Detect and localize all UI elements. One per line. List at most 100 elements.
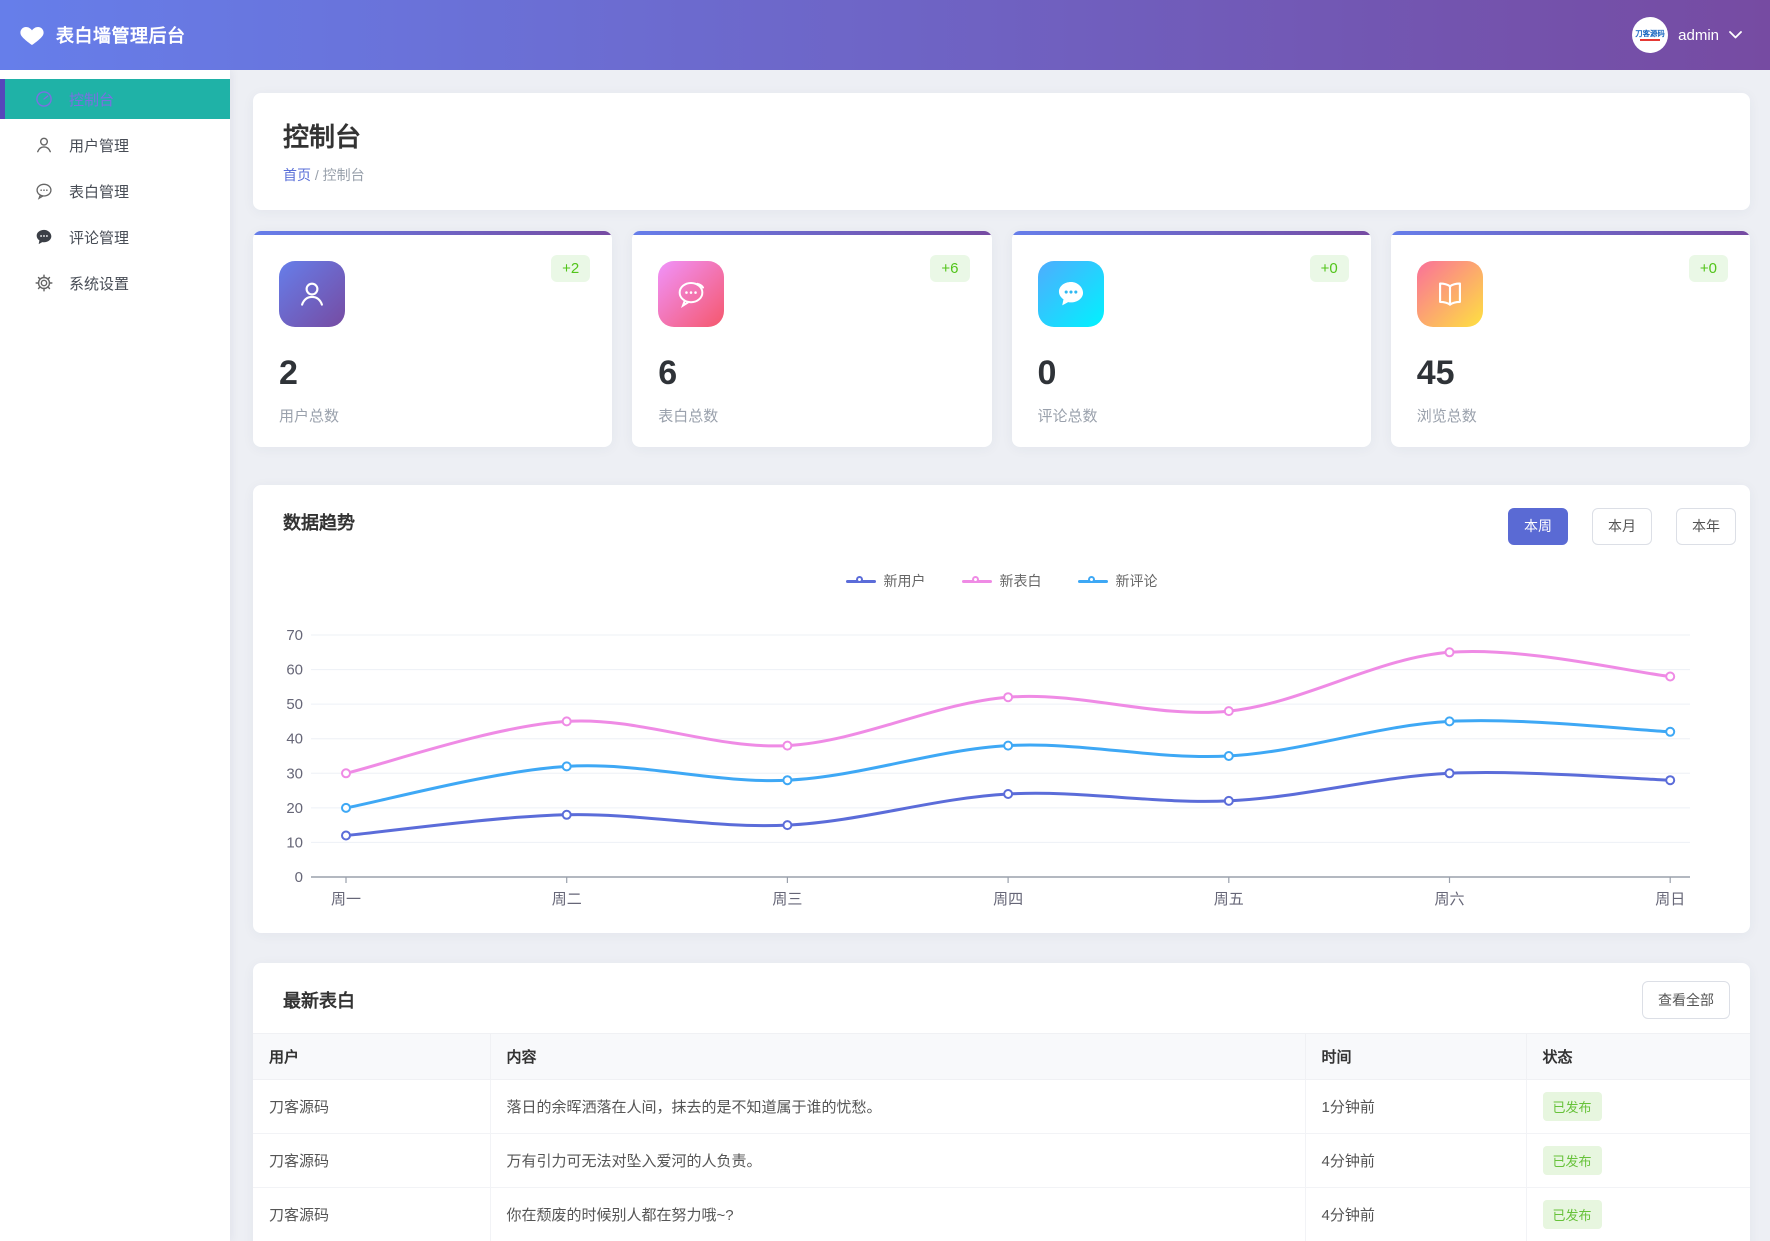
svg-text:70: 70 [286, 627, 303, 644]
stat-label: 用户总数 [279, 405, 588, 426]
svg-text:50: 50 [286, 696, 303, 713]
breadcrumb-separator: / [315, 167, 323, 183]
app-title: 表白墙管理后台 [56, 22, 186, 48]
view-all-button[interactable]: 查看全部 [1642, 981, 1730, 1019]
avatar-logo-text: 刀客源码 [1635, 29, 1664, 37]
column-header-user: 用户 [253, 1034, 490, 1080]
latest-confessions-table: 用户 内容 时间 状态 刀客源码 落日的余晖洒落在人间，抹去的是不知道属于谁的忧… [253, 1033, 1750, 1241]
stat-value: 45 [1417, 354, 1726, 393]
breadcrumb: 首页 / 控制台 [283, 165, 1720, 185]
dashboard-icon [34, 89, 54, 109]
user-icon [279, 261, 345, 327]
legend-marker [846, 575, 876, 587]
svg-text:0: 0 [295, 869, 303, 886]
gear-icon [34, 273, 54, 293]
user-menu[interactable]: 刀客源码 admin [1632, 17, 1742, 53]
column-header-content: 内容 [490, 1034, 1305, 1080]
speech-bubble-icon [34, 181, 54, 201]
cell-status: 已发布 [1526, 1188, 1750, 1241]
status-badge: 已发布 [1543, 1092, 1602, 1121]
sidebar-item-comments[interactable]: 评论管理 [0, 217, 230, 257]
column-header-time: 时间 [1305, 1034, 1526, 1080]
table-row: 刀客源码 你在颓废的时候别人都在努力哦~? 4分钟前 已发布 [253, 1188, 1750, 1241]
legend-label: 新表白 [1000, 571, 1042, 591]
cell-status: 已发布 [1526, 1080, 1750, 1134]
username-label: admin [1678, 27, 1719, 44]
heart-logo-icon [20, 24, 44, 46]
range-button-week[interactable]: 本周 [1508, 508, 1568, 545]
svg-text:周四: 周四 [993, 891, 1023, 908]
latest-title: 最新表白 [283, 987, 355, 1013]
legend-item-new-confessions[interactable]: 新表白 [962, 571, 1042, 591]
svg-text:40: 40 [286, 731, 303, 748]
sidebar-item-label: 系统设置 [69, 273, 129, 294]
range-button-year[interactable]: 本年 [1676, 508, 1736, 545]
status-badge: 已发布 [1543, 1200, 1602, 1229]
svg-text:30: 30 [286, 765, 303, 782]
trend-title: 数据趋势 [283, 509, 355, 535]
stat-card-views: +0 45 浏览总数 [1391, 231, 1750, 447]
stat-badge: +0 [1310, 255, 1349, 282]
stat-label: 表白总数 [658, 405, 967, 426]
trend-chart-card: 数据趋势 本周 本月 本年 新用户 新表白 新评论 0 10 20 30 40 50 60 7… [253, 485, 1750, 933]
user-avatar[interactable]: 刀客源码 [1632, 17, 1668, 53]
svg-text:周五: 周五 [1214, 891, 1244, 908]
open-book-icon [1417, 261, 1483, 327]
stat-card-comments: +0 0 评论总数 [1012, 231, 1371, 447]
svg-text:10: 10 [286, 834, 303, 851]
confession-bubble-icon [658, 261, 724, 327]
legend-item-new-users[interactable]: 新用户 [846, 571, 926, 591]
sidebar-item-dashboard[interactable]: 控制台 [0, 79, 230, 119]
user-icon [34, 135, 54, 155]
stat-badge: +6 [930, 255, 969, 282]
brand: 表白墙管理后台 [20, 22, 280, 48]
stat-value: 6 [658, 354, 967, 393]
main-content: 控制台 首页 / 控制台 +2 2 用户总数 [230, 70, 1770, 1241]
legend-item-new-comments[interactable]: 新评论 [1078, 571, 1158, 591]
sidebar-item-label: 控制台 [69, 89, 114, 110]
stat-value: 2 [279, 354, 588, 393]
top-header: 表白墙管理后台 刀客源码 admin [0, 0, 1770, 70]
table-row: 刀客源码 万有引力可无法对坠入爱河的人负责。 4分钟前 已发布 [253, 1134, 1750, 1188]
stat-label: 评论总数 [1038, 405, 1347, 426]
sidebar-item-users[interactable]: 用户管理 [0, 125, 230, 165]
table-row: 刀客源码 落日的余晖洒落在人间，抹去的是不知道属于谁的忧愁。 1分钟前 已发布 [253, 1080, 1750, 1134]
sidebar-item-settings[interactable]: 系统设置 [0, 263, 230, 303]
page-header-card: 控制台 首页 / 控制台 [253, 93, 1750, 210]
sidebar-item-label: 表白管理 [69, 181, 129, 202]
avatar-logo-underline [1640, 39, 1660, 41]
cell-content: 你在颓废的时候别人都在努力哦~? [490, 1188, 1305, 1241]
cell-status: 已发布 [1526, 1134, 1750, 1188]
legend-label: 新用户 [884, 571, 926, 591]
legend-marker [962, 575, 992, 587]
sidebar-item-label: 评论管理 [69, 227, 129, 248]
svg-text:周一: 周一 [331, 891, 361, 908]
chat-bubble-filled-icon [34, 227, 54, 247]
svg-text:60: 60 [286, 662, 303, 679]
cell-content: 落日的余晖洒落在人间，抹去的是不知道属于谁的忧愁。 [490, 1080, 1305, 1134]
cell-user: 刀客源码 [253, 1188, 490, 1241]
breadcrumb-home-link[interactable]: 首页 [283, 167, 311, 183]
cell-time: 1分钟前 [1305, 1080, 1526, 1134]
svg-text:周日: 周日 [1655, 891, 1685, 908]
range-button-month[interactable]: 本月 [1592, 508, 1652, 545]
legend-label: 新评论 [1116, 571, 1158, 591]
chart-legend: 新用户 新表白 新评论 [253, 571, 1750, 591]
sidebar-item-confessions[interactable]: 表白管理 [0, 171, 230, 211]
stat-badge: +0 [1689, 255, 1728, 282]
svg-text:20: 20 [286, 800, 303, 817]
sidebar-item-label: 用户管理 [69, 135, 129, 156]
cell-content: 万有引力可无法对坠入爱河的人负责。 [490, 1134, 1305, 1188]
comment-bubble-icon [1038, 261, 1104, 327]
stats-row: +2 2 用户总数 +6 6 表白总数 +0 [253, 231, 1750, 447]
legend-marker [1078, 575, 1108, 587]
cell-user: 刀客源码 [253, 1080, 490, 1134]
svg-text:周三: 周三 [772, 891, 802, 908]
stat-badge: +2 [551, 255, 590, 282]
stat-card-confessions: +6 6 表白总数 [632, 231, 991, 447]
svg-text:周六: 周六 [1434, 891, 1464, 908]
latest-confessions-card: 最新表白 查看全部 用户 内容 时间 状态 刀客源码 落日的余晖洒落在人间，抹去… [253, 963, 1750, 1241]
cell-user: 刀客源码 [253, 1134, 490, 1188]
breadcrumb-current: 控制台 [323, 167, 365, 183]
chevron-down-icon [1729, 31, 1742, 39]
